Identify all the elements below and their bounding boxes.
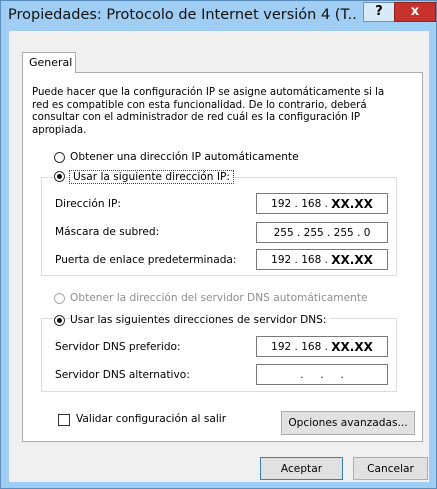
ip-manual-radio[interactable] xyxy=(54,171,65,182)
title-bar[interactable]: Propiedades: Protocolo de Internet versi… xyxy=(1,1,436,31)
validate-label[interactable]: Validar configuración al salir xyxy=(76,413,226,425)
ok-button[interactable]: Aceptar xyxy=(260,457,343,480)
ip-address-label: Dirección IP: xyxy=(55,198,121,210)
gateway-label: Puerta de enlace predeterminada: xyxy=(55,254,237,266)
alternate-dns-label: Servidor DNS alternativo: xyxy=(55,369,190,381)
dns-manual-label[interactable]: Usar las siguientes direcciones de servi… xyxy=(70,314,331,326)
window-title: Propiedades: Protocolo de Internet versi… xyxy=(8,7,358,23)
subnet-mask-field[interactable]: 255 . 255 . 255 . 0 xyxy=(256,222,388,243)
ip-auto-radio[interactable] xyxy=(54,152,65,163)
alternate-dns-field[interactable]: . . . xyxy=(256,364,388,385)
subnet-mask-label: Máscara de subred: xyxy=(55,226,160,238)
advanced-options-button[interactable]: Opciones avanzadas... xyxy=(281,411,415,435)
preferred-dns-field[interactable]: 192 . 168 . XX.XX xyxy=(256,336,388,357)
dns-auto-radio[interactable] xyxy=(54,293,65,304)
ip-manual-label[interactable]: Usar la siguiente dirección IP: xyxy=(69,170,234,184)
ip-auto-label[interactable]: Obtener una dirección IP automáticamente xyxy=(70,151,299,163)
dns-auto-label[interactable]: Obtener la dirección del servidor DNS au… xyxy=(70,292,368,304)
cancel-button[interactable]: Cancelar xyxy=(353,457,428,480)
help-button[interactable]: ? xyxy=(363,2,395,22)
ip-address-field[interactable]: 192 . 168 . XX.XX xyxy=(256,193,388,214)
close-button[interactable]: x xyxy=(394,2,436,22)
gateway-field[interactable]: 192 . 168 . XX.XX xyxy=(256,249,388,270)
dns-manual-radio[interactable] xyxy=(54,315,65,326)
description-text: Puede hacer que la configuración IP se a… xyxy=(32,87,385,136)
validate-checkbox[interactable] xyxy=(58,414,70,426)
preferred-dns-label: Servidor DNS preferido: xyxy=(55,341,181,353)
tab-general[interactable]: General xyxy=(22,52,76,73)
